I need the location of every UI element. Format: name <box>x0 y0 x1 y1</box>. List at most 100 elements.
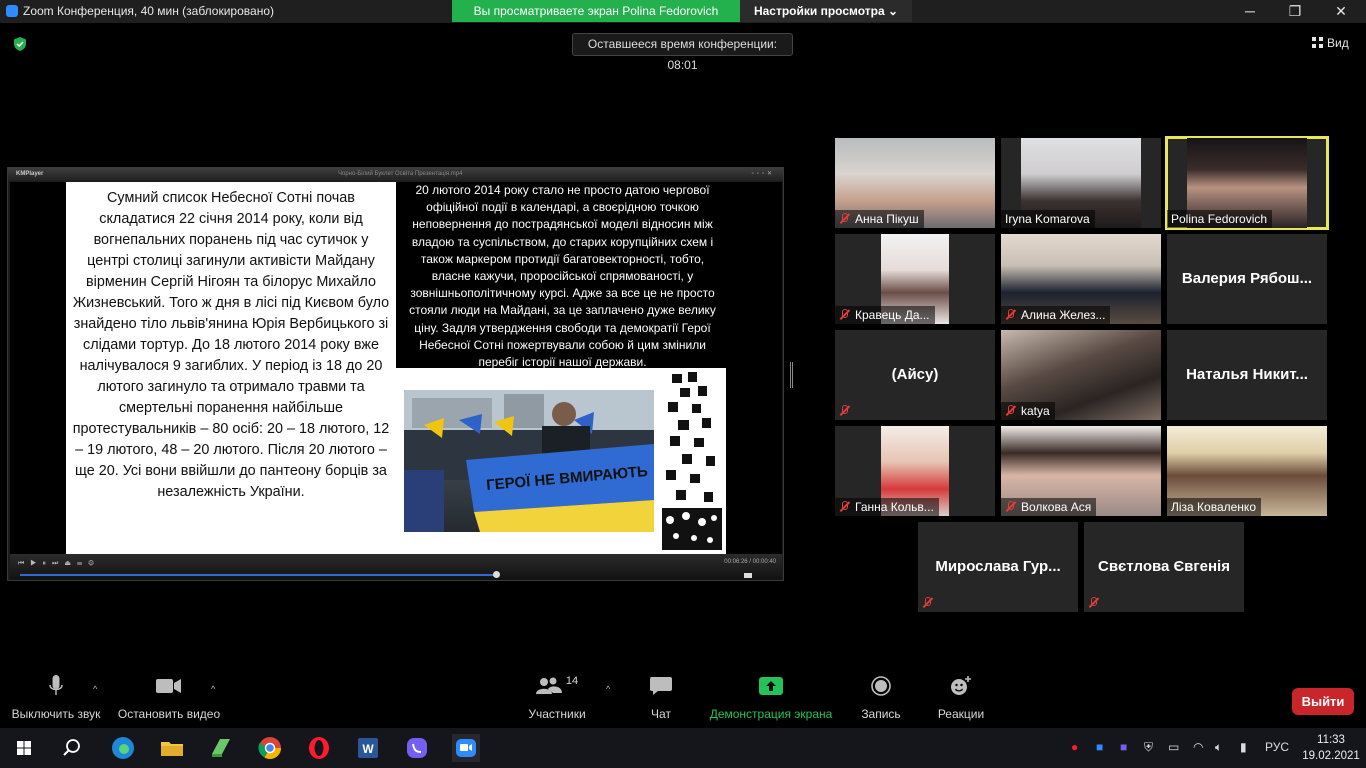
time-readout: 00:06:26 / 00:00:40 <box>724 559 776 565</box>
shared-screen-kmplayer[interactable]: KMPlayer Чорно-Білий Буклет Освіта Презе… <box>7 167 784 581</box>
participant-tile[interactable]: Валерия Рябош... <box>1167 234 1327 324</box>
participant-name-placeholder: Мирослава Гур... <box>935 558 1061 575</box>
seek-knob[interactable] <box>493 571 500 578</box>
participant-tile[interactable]: Ліза Коваленко <box>1167 426 1327 516</box>
title-bar: Zoom Конференция, 40 мин (заблокировано)… <box>0 0 1366 23</box>
participant-tile[interactable]: Волкова Ася <box>1001 426 1161 516</box>
chat-bubble-icon <box>650 677 672 695</box>
video-options-chevron-icon[interactable]: ^ <box>211 684 215 694</box>
participant-tile-active-speaker[interactable]: Polina Fedorovich <box>1165 136 1329 230</box>
record-button[interactable]: Запись <box>856 672 906 727</box>
muted-mic-icon <box>1088 597 1099 608</box>
zoom-tray-icon[interactable]: ■ <box>1096 740 1103 754</box>
view-button[interactable]: Вид <box>1312 36 1349 50</box>
reactions-emoji-icon <box>951 676 971 695</box>
muted-mic-icon <box>1005 309 1016 320</box>
participant-name: Ліза Коваленко <box>1167 498 1261 516</box>
participant-name-placeholder: Свєтлова Євгенія <box>1098 558 1230 575</box>
participants-options-chevron-icon[interactable]: ^ <box>606 684 610 694</box>
participant-name: katya <box>1001 402 1055 420</box>
participant-tile[interactable]: Ганна Кольв... <box>835 426 995 516</box>
zoom-window: Zoom Конференция, 40 мин (заблокировано)… <box>0 0 1366 768</box>
participant-tile[interactable]: Анна Пікуш <box>835 138 995 228</box>
share-screen-icon <box>759 677 783 695</box>
panel-splitter-handle[interactable] <box>790 362 793 388</box>
kmplayer-controls: ⏮▶⏸⏭⏏☰⚙ 00:06:26 / 00:00:40 <box>10 554 782 580</box>
viber-app-icon[interactable] <box>403 734 431 762</box>
record-icon <box>871 676 891 696</box>
maidan-photo: ГЕРОЇ НЕ ВМИРАЮТЬ <box>404 390 654 532</box>
volume-knob[interactable] <box>744 573 752 578</box>
reactions-label: Реакции <box>937 707 985 721</box>
participant-name-text: Кравець Да... <box>855 308 930 322</box>
microphone-tray-icon[interactable]: ▮ <box>1240 740 1247 754</box>
participant-name: Polina Fedorovich <box>1167 210 1273 228</box>
zoom-app-icon[interactable] <box>452 734 480 762</box>
view-options-button[interactable]: Настройки просмотра ⌄ <box>740 0 912 22</box>
reactions-button[interactable]: Реакции <box>932 672 990 727</box>
meeting-timer: Оставшееся время конференции: 08:01 <box>572 33 793 72</box>
notes-app-icon[interactable] <box>207 734 235 762</box>
viber-tray-icon[interactable]: ■ <box>1120 740 1127 754</box>
participant-name-text: Алина Желез... <box>1021 308 1106 322</box>
kmplayer-window-controls-icon: ▫▫▫✕ <box>751 171 775 177</box>
kmplayer-file-title: Чорно-Білий Буклет Освіта Презентація.mp… <box>338 171 463 177</box>
grid-view-icon <box>1312 37 1323 48</box>
stop-video-button[interactable]: Остановить видео <box>113 672 225 727</box>
volume-icon[interactable]: 🔈︎ <box>1215 740 1222 755</box>
participant-tile[interactable]: Алина Желез... <box>1001 234 1161 324</box>
participant-name-text: katya <box>1021 404 1050 418</box>
playback-buttons-icon[interactable]: ⏮▶⏸⏭⏏☰⚙ <box>18 559 100 568</box>
participant-tile[interactable]: katya <box>1001 330 1161 420</box>
close-button[interactable]: ✕ <box>1318 1 1364 21</box>
svg-text:W: W <box>362 742 374 756</box>
wifi-icon[interactable]: ◠ <box>1193 740 1203 754</box>
minimize-button[interactable]: ─ <box>1227 1 1273 21</box>
muted-mic-icon <box>922 597 933 608</box>
participant-name: Кравець Да... <box>835 306 935 324</box>
opera-browser-icon[interactable] <box>305 734 333 762</box>
audio-options-chevron-icon[interactable]: ^ <box>93 684 97 694</box>
chrome-browser-icon[interactable] <box>256 734 284 762</box>
file-explorer-icon[interactable] <box>158 734 186 762</box>
microphone-icon <box>49 675 63 695</box>
muted-mic-icon <box>1005 405 1016 416</box>
video-camera-icon <box>156 679 181 693</box>
muted-mic-icon <box>1005 501 1016 512</box>
language-indicator[interactable]: РУС <box>1265 740 1289 754</box>
participant-name-text: Iryna Komarova <box>1005 212 1090 226</box>
opera-tray-icon[interactable]: ● <box>1071 740 1078 754</box>
word-app-icon[interactable]: W <box>354 734 382 762</box>
leave-meeting-button[interactable]: Выйти <box>1292 688 1354 715</box>
maidan-scene-image <box>404 390 654 532</box>
seek-bar[interactable] <box>20 574 496 576</box>
system-clock[interactable]: 11:33 19.02.2021 <box>1300 732 1362 764</box>
mute-button[interactable]: Выключить звук <box>6 672 106 727</box>
participants-button[interactable]: 14 Участники <box>522 672 592 727</box>
encryption-shield-icon[interactable] <box>12 36 28 52</box>
participant-name-text: Анна Пікуш <box>855 212 919 226</box>
search-icon[interactable] <box>58 734 86 762</box>
participant-tile[interactable]: (Айсу) <box>835 330 995 420</box>
participant-tile[interactable]: Кравець Да... <box>835 234 995 324</box>
share-screen-button[interactable]: Демонстрация экрана <box>706 672 836 727</box>
device-tray-icon[interactable]: ▭ <box>1168 740 1179 754</box>
kmplayer-title-bar: KMPlayer Чорно-Білий Буклет Освіта Презе… <box>8 168 783 181</box>
participant-name: Ганна Кольв... <box>835 498 939 516</box>
security-tray-icon[interactable]: ⛨ <box>1144 740 1153 755</box>
muted-mic-icon <box>839 309 850 320</box>
participant-tile[interactable]: Свєтлова Євгенія <box>1084 522 1244 612</box>
clock-time: 11:33 <box>1317 734 1345 746</box>
meeting-toolbar: Выключить звук ^ Остановить видео ^ 14 У… <box>0 672 1366 727</box>
mute-label: Выключить звук <box>11 707 101 721</box>
participant-name-text: Ліза Коваленко <box>1171 500 1256 514</box>
edge-browser-icon[interactable] <box>109 734 137 762</box>
chat-button[interactable]: Чат <box>641 672 681 727</box>
restore-button[interactable]: ❐ <box>1272 1 1318 21</box>
zoom-logo-icon <box>6 5 18 17</box>
participant-name: Алина Желез... <box>1001 306 1111 324</box>
participant-tile[interactable]: Мирослава Гур... <box>918 522 1078 612</box>
windows-start-icon[interactable] <box>10 734 38 762</box>
participant-tile[interactable]: Наталья Никит... <box>1167 330 1327 420</box>
participant-tile[interactable]: Iryna Komarova <box>1001 138 1161 228</box>
